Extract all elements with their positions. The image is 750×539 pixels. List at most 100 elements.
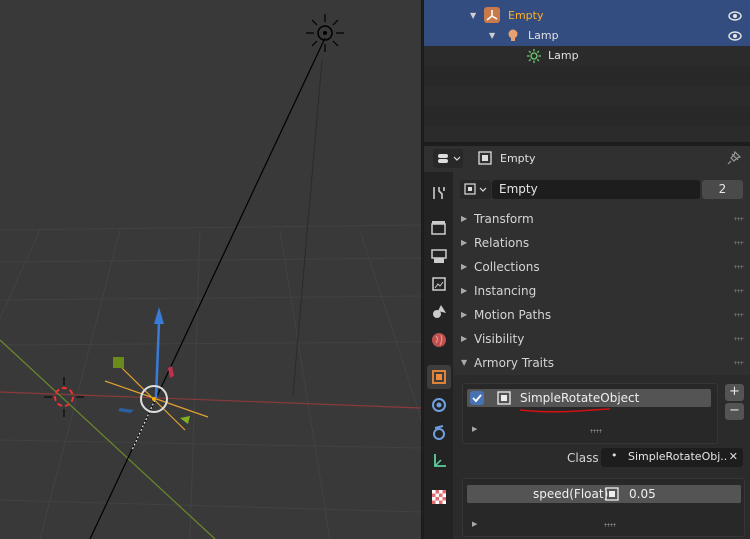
constraints-icon — [434, 454, 446, 467]
expand-triangle-icon: ▶ — [461, 214, 468, 223]
outliner-label-empty: Empty — [508, 9, 544, 22]
red-annotation-underline — [519, 408, 611, 413]
panel-label: Visibility — [474, 332, 525, 346]
editor-type-dropdown[interactable] — [433, 149, 463, 168]
add-trait-button[interactable]: + — [725, 384, 744, 401]
panel-label: Transform — [474, 212, 534, 226]
physics-icon — [433, 425, 445, 440]
panel-visibility[interactable]: ▶ Visibility — [453, 328, 750, 350]
eye-icon[interactable] — [728, 29, 742, 43]
panel-armory-traits[interactable]: ▼ Armory Traits — [453, 352, 750, 374]
panel-motion-paths[interactable]: ▶ Motion Paths — [453, 304, 750, 326]
tab-constraints[interactable] — [427, 449, 451, 473]
tab-texture[interactable] — [427, 484, 451, 508]
tab-scene[interactable] — [427, 300, 451, 324]
trait-properties-list[interactable]: speed(Float) 0.05 ▶ — [462, 478, 745, 537]
pin-icon[interactable] — [726, 150, 742, 166]
tab-modifier[interactable] — [427, 393, 451, 417]
object-type-dropdown[interactable] — [460, 180, 491, 199]
expand-triangle-icon[interactable]: ▼ — [489, 31, 495, 40]
outliner-panel: ▼ Empty ▼ Lamp Lamp — [424, 0, 750, 142]
viewport-scene — [0, 14, 421, 539]
user-count-button[interactable]: 2 — [702, 180, 743, 199]
bullet-icon: • — [611, 449, 618, 462]
drag-handle-icon[interactable] — [734, 265, 744, 269]
object-icon — [497, 391, 511, 405]
tab-physics[interactable] — [427, 421, 451, 445]
object-icon — [432, 370, 446, 384]
panel-instancing[interactable]: ▶ Instancing — [453, 280, 750, 302]
lamp-dashed-line — [292, 59, 323, 396]
property-value: 0.05 — [629, 487, 656, 501]
tab-render[interactable] — [427, 216, 451, 240]
outliner-empty-row — [424, 126, 750, 142]
outliner-row-empty[interactable]: ▼ Empty — [424, 6, 750, 26]
drag-handle-icon[interactable] — [734, 241, 744, 245]
list-filter-triangle-icon[interactable]: ▶ — [472, 425, 477, 433]
expand-triangle-icon: ▶ — [461, 262, 468, 271]
empty-icon — [484, 7, 500, 23]
panel-label: Instancing — [474, 284, 537, 298]
drag-handle-icon[interactable] — [734, 313, 744, 317]
render-icon — [431, 221, 446, 235]
trait-name: SimpleRotateObject — [520, 391, 640, 405]
scene-icon — [433, 305, 446, 318]
user-count-value: 2 — [718, 182, 727, 196]
expand-triangle-icon: ▶ — [461, 310, 468, 319]
drag-handle-icon[interactable] — [734, 337, 744, 341]
add-trait-label: + — [729, 384, 740, 399]
outliner-row-lamp-data[interactable]: Lamp — [424, 46, 750, 66]
list-resize-grip-icon[interactable] — [590, 429, 602, 433]
object-name-value: Empty — [499, 182, 538, 196]
remove-trait-label: − — [729, 403, 740, 418]
3d-viewport[interactable] — [0, 0, 421, 539]
tab-object[interactable] — [427, 365, 451, 389]
drag-handle-icon[interactable] — [734, 217, 744, 221]
list-filter-triangle-icon[interactable]: ▶ — [472, 520, 477, 528]
outliner-label-lamp-data: Lamp — [548, 49, 579, 62]
panel-collections[interactable]: ▶ Collections — [453, 256, 750, 278]
list-resize-grip-icon[interactable] — [604, 523, 616, 527]
object-name-field[interactable]: Empty — [492, 180, 700, 199]
3d-cursor[interactable] — [44, 377, 84, 417]
sun-lamp-object[interactable] — [306, 14, 344, 52]
object-icon — [478, 151, 492, 165]
outliner-empty-row — [424, 86, 750, 106]
sun-icon — [526, 48, 542, 64]
outliner-empty-row — [424, 106, 750, 126]
panel-label: Collections — [474, 260, 540, 274]
panel-transform[interactable]: ▶ Transform — [453, 208, 750, 230]
properties-header: Empty — [424, 146, 750, 172]
eye-icon[interactable] — [728, 9, 742, 23]
trait-property-row[interactable]: speed(Float) 0.05 — [467, 485, 741, 503]
clear-class-button[interactable]: ✕ — [729, 450, 738, 463]
collapse-triangle-icon: ▼ — [461, 358, 468, 367]
panel-label: Motion Paths — [474, 308, 552, 322]
drag-handle-icon[interactable] — [734, 361, 744, 365]
tab-tool[interactable] — [427, 181, 451, 205]
class-value: SimpleRotateObj.. — [628, 450, 728, 463]
expand-triangle-icon[interactable]: ▼ — [470, 11, 476, 20]
panel-label: Relations — [474, 236, 530, 250]
object-icon — [605, 487, 619, 501]
remove-trait-button[interactable]: − — [725, 403, 744, 420]
outliner-row-lamp[interactable]: ▼ Lamp — [424, 26, 750, 46]
texture-icon — [432, 490, 446, 504]
output-icon — [431, 249, 447, 263]
tab-world[interactable] — [427, 328, 451, 352]
trait-enabled-checkbox[interactable] — [470, 391, 484, 405]
traits-list[interactable]: SimpleRotateObject ▶ — [462, 383, 718, 444]
tab-output[interactable] — [427, 244, 451, 268]
modifier-icon — [432, 398, 446, 412]
tab-view-layer[interactable] — [427, 272, 451, 296]
expand-triangle-icon: ▶ — [461, 334, 468, 343]
class-selector-field[interactable]: • SimpleRotateObj.. ✕ — [601, 448, 743, 467]
drag-handle-icon[interactable] — [734, 289, 744, 293]
properties-content: Empty 2 ▶ Transform ▶ Relations ▶ Collec… — [453, 172, 750, 539]
tool-icon — [433, 187, 445, 199]
panel-relations[interactable]: ▶ Relations — [453, 232, 750, 254]
panel-label: Armory Traits — [474, 356, 554, 370]
trait-list-item[interactable]: SimpleRotateObject — [467, 389, 711, 407]
expand-triangle-icon: ▶ — [461, 286, 468, 295]
header-object-name: Empty — [500, 152, 536, 165]
